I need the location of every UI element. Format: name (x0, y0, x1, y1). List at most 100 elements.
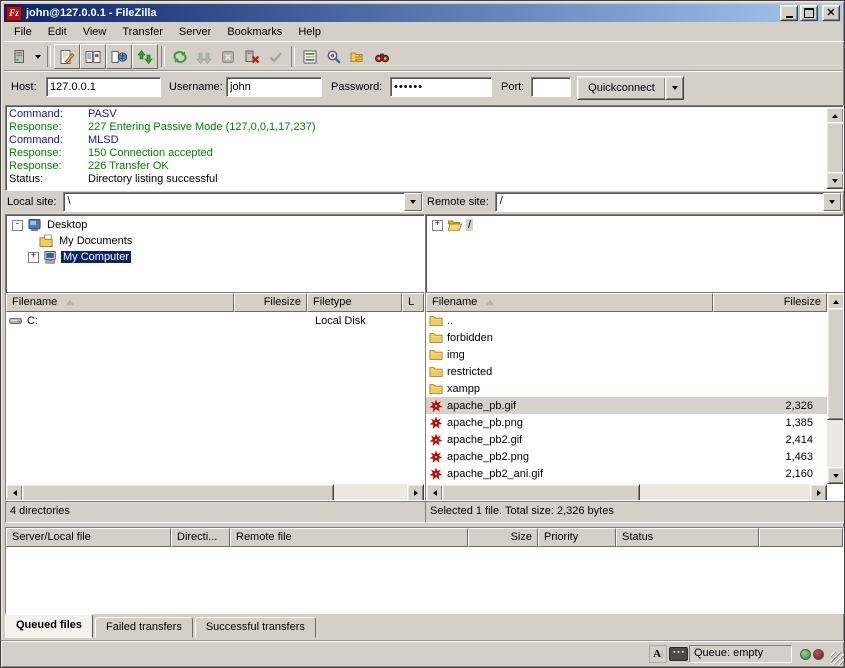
remote-site-combo-button[interactable] (823, 193, 841, 211)
column-header-size[interactable]: Size (468, 528, 538, 547)
scroll-left-button[interactable] (6, 484, 23, 501)
title-bar[interactable]: Fz john@127.0.0.1 - FileZilla ✕ (4, 4, 842, 22)
menu-bookmarks[interactable]: Bookmarks (219, 24, 290, 40)
column-header-lastmodified[interactable]: L (402, 293, 424, 312)
scroll-right-button[interactable] (810, 484, 827, 501)
reconnect-button[interactable] (264, 45, 288, 68)
menu-transfer[interactable]: Transfer (114, 24, 171, 40)
file-row[interactable]: apache_pb2.png1,463 (426, 448, 827, 465)
tree-item-desktop[interactable]: - Desktop (6, 217, 424, 233)
remote-tree[interactable]: + / (425, 214, 844, 294)
column-header-priority[interactable]: Priority (538, 528, 616, 547)
menu-help[interactable]: Help (290, 24, 329, 40)
disconnect-icon (244, 49, 260, 65)
transfer-queue[interactable]: Server/Local file Directi... Remote file… (5, 527, 844, 614)
column-header-status[interactable]: Status (616, 528, 759, 547)
tree-item-my-documents[interactable]: My Documents (6, 233, 424, 249)
file-row-selected[interactable]: apache_pb.gif2,326 (426, 397, 827, 414)
file-row[interactable]: img (426, 346, 827, 363)
column-header-filename[interactable]: Filename (426, 293, 713, 312)
column-header-server-local-file[interactable]: Server/Local file (6, 528, 171, 547)
remote-vertical-scrollbar[interactable] (827, 293, 843, 484)
local-tree[interactable]: - Desktop My Documents + My Computer (5, 214, 425, 294)
log-scrollbar[interactable] (826, 107, 842, 189)
file-row[interactable]: xampp (426, 380, 827, 397)
expand-expander[interactable]: + (432, 220, 443, 231)
file-row[interactable]: apache_pb2_ani.gif2,160 (426, 465, 827, 482)
find-files-button[interactable] (370, 45, 394, 68)
log-line: Response:226 Transfer OK (6, 160, 843, 173)
quickconnect-button[interactable]: Quickconnect (577, 76, 666, 100)
scroll-thumb[interactable] (826, 122, 844, 174)
site-manager-button[interactable] (7, 45, 31, 68)
menu-server[interactable]: Server (171, 24, 219, 40)
remote-horizontal-scrollbar[interactable] (426, 484, 827, 500)
magnifier-icon (326, 49, 342, 65)
remote-site-combo[interactable]: / (495, 192, 842, 212)
file-row[interactable]: .. (426, 312, 827, 329)
collapse-expander[interactable]: - (12, 220, 23, 231)
file-row[interactable]: forbidden (426, 329, 827, 346)
username-input[interactable] (226, 77, 322, 97)
scroll-left-button[interactable] (426, 484, 443, 501)
remote-list-header: Filename Filesize (426, 293, 827, 312)
synchronized-browsing-button[interactable] (346, 45, 370, 68)
queue-list-body[interactable] (6, 547, 843, 613)
scroll-down-button[interactable] (826, 172, 844, 189)
file-row[interactable]: apache_pb.png1,385 (426, 414, 827, 431)
directory-comparison-button[interactable] (322, 45, 346, 68)
tab-successful-transfers[interactable]: Successful transfers (195, 617, 316, 638)
refresh-button[interactable] (168, 45, 192, 68)
file-row[interactable]: apache_pb2.gif2,414 (426, 431, 827, 448)
menu-file[interactable]: File (6, 24, 40, 40)
toggle-remote-tree-button[interactable] (106, 44, 132, 69)
file-row[interactable]: C: Local Disk (6, 312, 424, 329)
column-header-filesize[interactable]: Filesize (234, 293, 307, 312)
expand-expander[interactable]: + (28, 252, 39, 263)
process-queue-button[interactable] (192, 45, 216, 68)
scroll-down-button[interactable] (827, 467, 844, 484)
remote-list-body[interactable]: .. forbidden img restricted xampp apache… (426, 312, 827, 484)
site-manager-dropdown[interactable] (31, 45, 44, 68)
message-log[interactable]: Command:PASV Response:227 Entering Passi… (5, 105, 844, 191)
local-file-list[interactable]: Filename Filesize Filetype L C: Local Di… (5, 292, 425, 501)
cancel-operation-button[interactable] (216, 45, 240, 68)
column-header-direction[interactable]: Directi... (171, 528, 230, 547)
scroll-thumb[interactable] (827, 308, 844, 420)
file-row[interactable]: restricted (426, 363, 827, 380)
column-header-filename[interactable]: Filename (6, 293, 234, 312)
remote-file-list[interactable]: Filename Filesize .. forbidden img restr… (425, 292, 844, 501)
scroll-thumb[interactable] (442, 484, 640, 501)
quickconnect-dropdown[interactable] (665, 76, 684, 100)
scroll-right-button[interactable] (407, 484, 424, 501)
local-site-combo-button[interactable] (404, 193, 422, 211)
host-input[interactable] (46, 77, 161, 97)
tree-item-my-computer[interactable]: + My Computer (6, 249, 424, 265)
tree-item-root[interactable]: + / (426, 217, 843, 233)
column-header-filetype[interactable]: Filetype (307, 293, 402, 312)
local-list-body[interactable]: C: Local Disk (6, 312, 424, 484)
column-header-remote-file[interactable]: Remote file (230, 528, 468, 547)
resize-grip[interactable] (831, 652, 844, 665)
chevron-down-icon (672, 86, 678, 90)
tab-queued-files[interactable]: Queued files (5, 614, 93, 638)
toggle-queue-button[interactable] (132, 44, 158, 69)
scroll-thumb[interactable] (22, 484, 334, 501)
password-input[interactable] (390, 77, 492, 97)
menu-view[interactable]: View (75, 24, 115, 40)
column-header-filesize[interactable]: Filesize (713, 293, 827, 312)
minimize-button[interactable] (780, 5, 798, 21)
toggle-log-view-button[interactable] (54, 44, 80, 69)
tab-failed-transfers[interactable]: Failed transfers (95, 617, 193, 638)
local-horizontal-scrollbar[interactable] (6, 484, 424, 500)
port-input[interactable] (531, 77, 571, 97)
username-label: Username: (169, 81, 223, 93)
maximize-button[interactable] (800, 5, 818, 21)
local-site-combo[interactable]: \ (63, 192, 423, 212)
folder-icon (428, 382, 444, 396)
menu-edit[interactable]: Edit (40, 24, 75, 40)
close-button[interactable]: ✕ (822, 5, 840, 21)
filename-filters-button[interactable] (298, 45, 322, 68)
toggle-local-tree-button[interactable] (80, 44, 106, 69)
disconnect-button[interactable] (240, 45, 264, 68)
